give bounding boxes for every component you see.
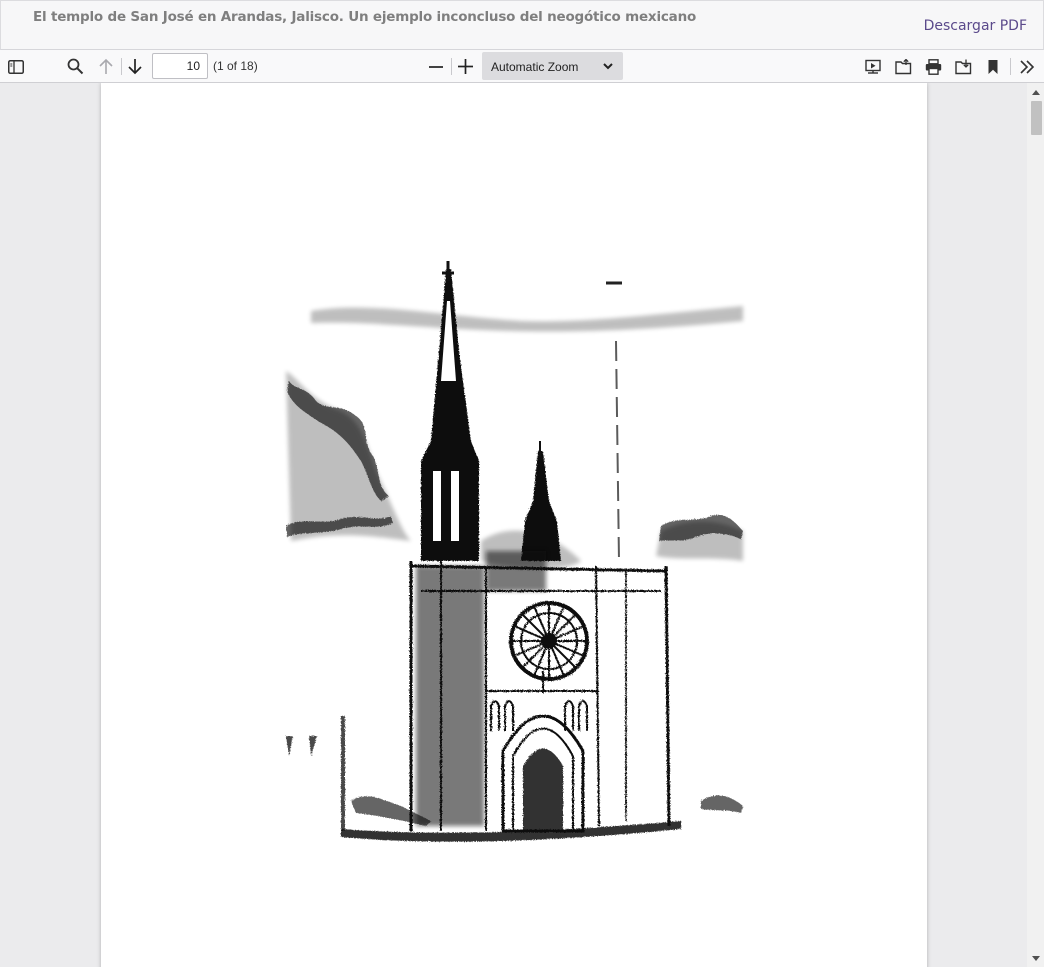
find-button[interactable] [62, 54, 88, 79]
previous-page-icon [99, 58, 113, 74]
zoom-out-icon [429, 65, 443, 68]
zoom-in-button[interactable] [452, 54, 478, 79]
print-icon [925, 58, 941, 75]
page-count-label: (1 of 18) [213, 59, 258, 73]
gothic-church-sketch [286, 261, 743, 842]
page-number-input[interactable] [152, 53, 208, 79]
scroll-up-arrow[interactable] [1027, 85, 1044, 99]
presentation-mode-button[interactable] [860, 54, 886, 79]
pdf-toolbar: (1 of 18) Automatic Zoom [0, 50, 1044, 83]
search-icon [67, 58, 83, 75]
previous-page-button[interactable] [93, 54, 119, 79]
download-pdf-link[interactable]: Descargar PDF [924, 18, 1027, 34]
sidebar-toggle-button[interactable] [3, 54, 29, 79]
download-icon [954, 59, 971, 74]
document-viewer[interactable] [0, 83, 1044, 967]
print-button[interactable] [920, 54, 946, 79]
zoom-out-button[interactable] [423, 54, 449, 79]
tools-icon [1020, 59, 1035, 74]
presentation-mode-icon [865, 59, 881, 74]
zoom-select-value: Automatic Zoom [491, 60, 579, 74]
vertical-scrollbar[interactable] [1027, 83, 1044, 967]
pdf-page [101, 83, 927, 967]
arrow-up-icon [1031, 89, 1040, 95]
zoom-select[interactable]: Automatic Zoom [482, 52, 623, 80]
download-button[interactable] [950, 54, 976, 79]
open-file-icon [894, 58, 911, 74]
document-header: El templo de San José en Arandas, Jalisc… [0, 0, 1044, 50]
scrollbar-thumb[interactable] [1031, 101, 1042, 135]
arrow-down-icon [1031, 955, 1040, 961]
bookmark-button[interactable] [980, 54, 1006, 79]
zoom-in-icon [457, 59, 473, 74]
next-page-button[interactable] [122, 54, 148, 79]
tools-button[interactable] [1014, 54, 1040, 79]
document-title: El templo de San José en Arandas, Jalisc… [33, 9, 697, 25]
scroll-down-arrow[interactable] [1027, 951, 1044, 965]
open-file-button[interactable] [890, 54, 916, 79]
sidebar-toggle-icon [8, 59, 24, 74]
next-page-icon [128, 59, 142, 75]
chevron-down-icon [603, 63, 613, 70]
bookmark-icon [988, 59, 998, 74]
